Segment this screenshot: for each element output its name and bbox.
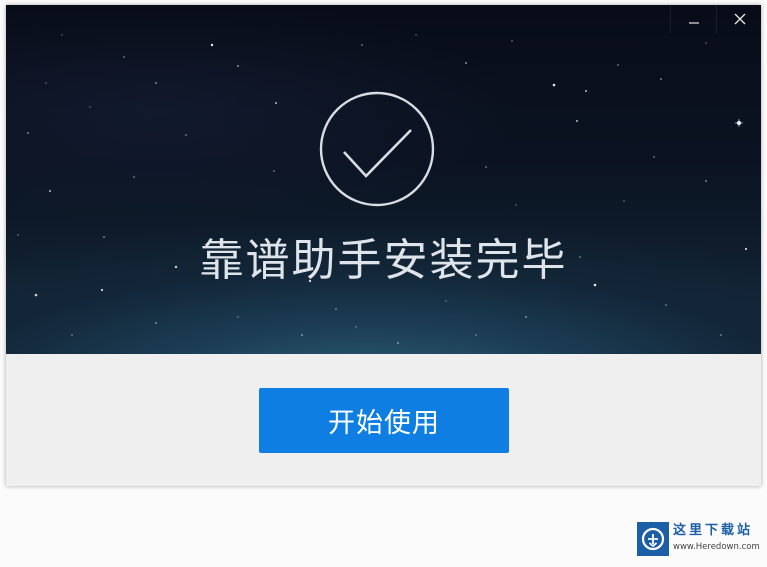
watermark-url: www.Heredown.com: [673, 542, 760, 552]
minimize-icon: [688, 22, 699, 24]
site-watermark: 这里下载站 www.Heredown.com: [637, 522, 761, 556]
checkmark-circle-icon: [319, 91, 435, 207]
install-complete-title: 靠谱助手安装完毕: [199, 235, 568, 286]
close-icon: [734, 13, 745, 25]
installer-window: 靠谱助手安装完毕 开始使用: [6, 5, 761, 486]
close-button[interactable]: [716, 5, 761, 33]
minimize-button[interactable]: [670, 5, 716, 33]
starry-banner: 靠谱助手安装完毕: [6, 5, 761, 354]
heredown-logo-icon: [637, 522, 669, 556]
start-using-button[interactable]: 开始使用: [259, 388, 509, 453]
watermark-title: 这里下载站: [673, 523, 754, 538]
